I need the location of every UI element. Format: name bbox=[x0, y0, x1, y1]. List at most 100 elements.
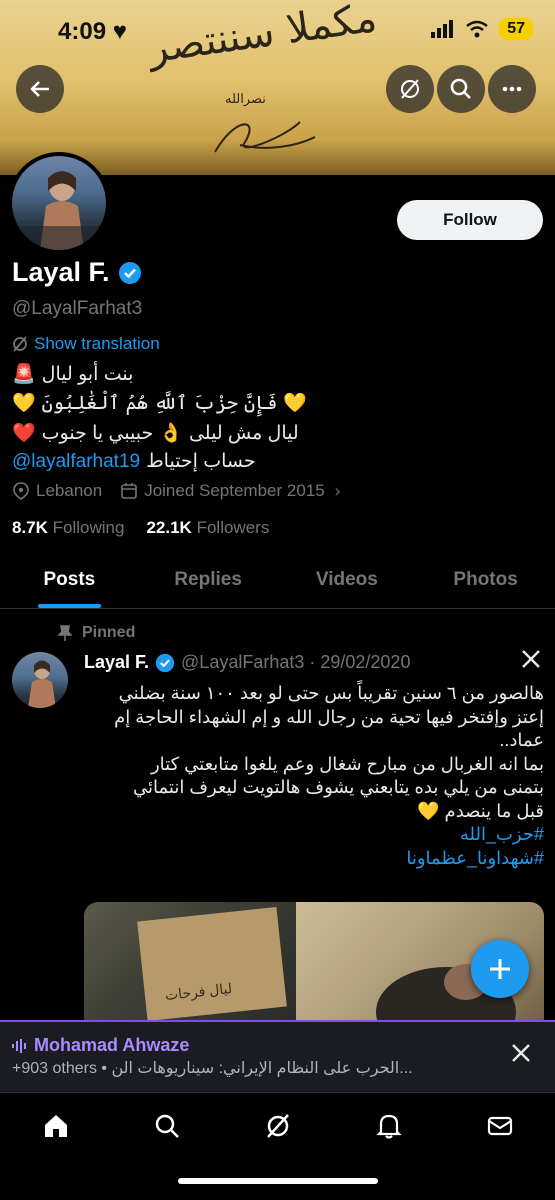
post-text-line: بتمنى من يلي بده يتابعني يشوف هالتويت لي… bbox=[133, 777, 544, 797]
post-text-line: إعتز وإفتخر فيها تحية من رجال الله و إم … bbox=[114, 706, 544, 727]
follow-counts: 8.7K Following 22.1K Followers bbox=[12, 518, 269, 538]
banner-signature: نصرالله bbox=[205, 92, 325, 172]
post-text-line: بما انه الغربال من مبارح شغال وعم يلغوا … bbox=[150, 753, 544, 774]
show-translation-label: Show translation bbox=[34, 334, 160, 353]
bio-line-3: ❤️ حبيبي يا جنوب 👌 ليال مش ليلى bbox=[12, 421, 299, 445]
chevron-right-icon[interactable]: › bbox=[335, 481, 341, 501]
grok-icon bbox=[266, 1113, 289, 1138]
followers-label: Followers bbox=[196, 518, 270, 537]
nav-explore[interactable] bbox=[153, 1112, 181, 1145]
audio-wave-icon bbox=[12, 1038, 26, 1053]
status-time-text: 4:09 bbox=[58, 18, 107, 45]
hashtag-link[interactable]: #حزب_الله bbox=[84, 823, 544, 847]
show-translation-link[interactable]: Show translation bbox=[12, 334, 160, 354]
post-author-name[interactable]: Layal F. bbox=[84, 652, 149, 673]
signature-scribble-icon bbox=[214, 121, 316, 153]
bio-line-1-text: بنت أبو ليال bbox=[41, 363, 134, 385]
red-heart-icon: ❤️ bbox=[12, 423, 36, 444]
pinned-indicator: Pinned bbox=[58, 624, 135, 642]
translate-icon bbox=[13, 336, 27, 352]
hashtag-link[interactable]: #شهداونا_عظماونا bbox=[84, 847, 544, 871]
pinned-label: Pinned bbox=[82, 624, 136, 641]
signal-icon bbox=[431, 20, 454, 38]
followers-count: 22.1K bbox=[146, 518, 192, 537]
nav-messages[interactable] bbox=[486, 1112, 514, 1145]
bio-link[interactable]: @layalfarhat19 bbox=[12, 451, 140, 473]
profile-tabs: Posts Replies Videos Photos bbox=[0, 560, 555, 608]
ok-hand-icon: 👌 bbox=[159, 423, 183, 444]
status-icons: 57 bbox=[431, 18, 533, 40]
bio-line-3b-text: حبيبي يا جنوب bbox=[41, 422, 154, 444]
tab-photos[interactable]: Photos bbox=[416, 560, 555, 608]
live-space-bar[interactable] bbox=[0, 1020, 555, 1092]
post-avatar-photo bbox=[28, 660, 56, 708]
yellow-heart-icon: 💛 bbox=[12, 393, 36, 414]
follow-button[interactable]: Follow bbox=[397, 200, 543, 240]
joined-text: Joined September 2015 bbox=[144, 481, 325, 500]
location-text: Lebanon bbox=[36, 481, 103, 500]
tab-videos[interactable]: Videos bbox=[278, 560, 417, 608]
cardboard-sign: ليال فرحات bbox=[137, 906, 287, 1022]
search-icon bbox=[155, 1114, 179, 1138]
battery-indicator: 57 bbox=[499, 18, 533, 40]
bottom-navigation bbox=[0, 1092, 555, 1163]
siren-icon: 🚨 bbox=[12, 364, 36, 385]
tab-posts[interactable]: Posts bbox=[0, 560, 139, 608]
search-button[interactable] bbox=[437, 65, 485, 113]
media-sign-text: ليال فرحات bbox=[164, 980, 233, 1004]
nav-home[interactable] bbox=[42, 1112, 70, 1145]
search-icon bbox=[450, 78, 471, 99]
more-dots-icon bbox=[502, 86, 522, 92]
yellow-heart-icon: 💛 bbox=[283, 393, 308, 414]
post-avatar[interactable] bbox=[12, 652, 68, 708]
profile-handle: @LayalFarhat3 bbox=[12, 298, 143, 319]
post-header: Layal F. @LayalFarhat3 · 29/02/2020 bbox=[84, 652, 410, 673]
media-image-1[interactable]: ليال فرحات bbox=[84, 902, 296, 1032]
close-space-button[interactable] bbox=[510, 1042, 532, 1069]
banner-signature-text: نصرالله bbox=[225, 92, 266, 107]
space-subtitle: +903 others • الحرب على النظام الإيراني:… bbox=[12, 1060, 413, 1077]
bio-line-4: @layalfarhat19 حساب إحتياط bbox=[12, 450, 256, 473]
space-host-name: Mohamad Ahwaze bbox=[34, 1035, 190, 1055]
arrow-left-icon bbox=[30, 81, 49, 97]
plus-icon bbox=[490, 959, 510, 979]
calendar-icon bbox=[121, 483, 137, 499]
bio-line-2: 💛 فَإِنَّ حِزْبَ ٱللَّهِ هُمُ ٱلْغَٰلِبُ… bbox=[12, 391, 307, 415]
profile-name: Layal F. bbox=[12, 257, 142, 288]
back-button[interactable] bbox=[16, 65, 64, 113]
avatar-photo bbox=[12, 171, 106, 250]
post-text: هالصور من ٦ سنين تقريباً بس حتى لو بعد ١… bbox=[84, 682, 544, 870]
post-text-line: عماد.. bbox=[499, 730, 544, 750]
following-label: Following bbox=[52, 518, 125, 537]
followers-link[interactable]: 22.1K Followers bbox=[146, 518, 269, 538]
location-pin-icon bbox=[13, 482, 29, 500]
post-text-line: قبل ما ينصدم 💛 bbox=[84, 800, 544, 824]
bio-line-2-text: فَإِنَّ حِزْبَ ٱللَّهِ هُمُ ٱلْغَٰلِبُون… bbox=[41, 392, 278, 414]
space-host[interactable]: Mohamad Ahwaze bbox=[12, 1035, 189, 1056]
close-icon bbox=[512, 1044, 530, 1062]
tabs-divider bbox=[0, 608, 555, 609]
nav-notifications[interactable] bbox=[375, 1112, 403, 1145]
mail-icon bbox=[487, 1116, 512, 1135]
verified-badge-icon bbox=[155, 653, 175, 672]
tab-replies[interactable]: Replies bbox=[139, 560, 278, 608]
verified-badge-icon bbox=[118, 261, 141, 284]
x-logo-icon bbox=[520, 648, 542, 675]
bio-line-1: 🚨 بنت أبو ليال bbox=[12, 362, 133, 386]
following-count: 8.7K bbox=[12, 518, 48, 537]
more-options-button[interactable] bbox=[488, 65, 536, 113]
following-link[interactable]: 8.7K Following bbox=[12, 518, 124, 538]
status-time: 4:09 ♥ bbox=[58, 18, 127, 46]
home-icon bbox=[44, 1114, 67, 1137]
wifi-icon bbox=[466, 20, 488, 38]
grok-button[interactable] bbox=[386, 65, 434, 113]
home-indicator bbox=[178, 1178, 378, 1184]
yellow-heart-icon: 💛 bbox=[417, 800, 440, 821]
post-handle-date: @LayalFarhat3 · 29/02/2020 bbox=[181, 652, 411, 672]
compose-post-button[interactable] bbox=[471, 940, 529, 998]
profile-name-text: Layal F. bbox=[12, 257, 110, 287]
bell-icon bbox=[375, 1114, 402, 1139]
grok-icon bbox=[401, 79, 419, 99]
profile-avatar[interactable] bbox=[8, 152, 110, 254]
nav-grok[interactable] bbox=[264, 1112, 292, 1145]
